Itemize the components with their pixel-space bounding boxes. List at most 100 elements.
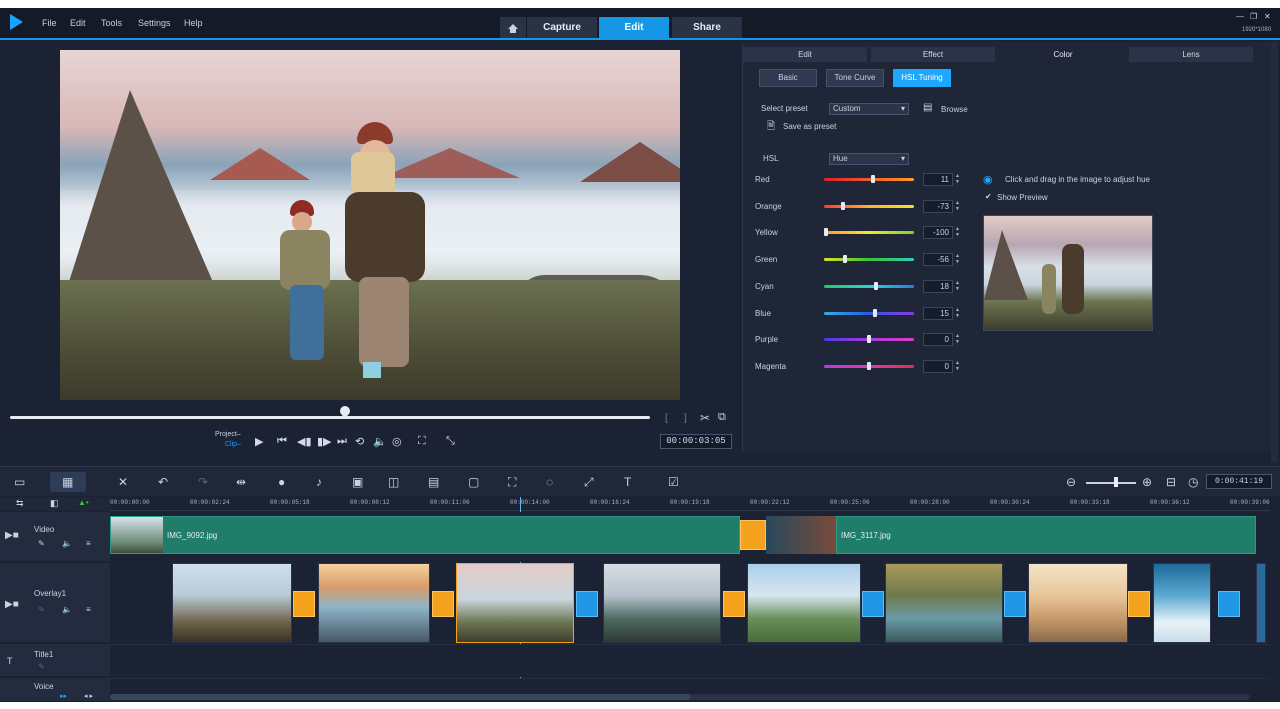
close-icon[interactable]: ✕ — [1264, 12, 1271, 21]
hd-preview-icon[interactable]: ◎ — [392, 435, 402, 448]
repeat-icon[interactable]: ⟲ — [355, 435, 364, 448]
clip-mode-label[interactable]: Clip– — [225, 441, 241, 448]
mute-overlay-icon[interactable]: 🔈 — [62, 605, 72, 614]
project-duration[interactable]: 0:00:41:19 — [1206, 474, 1272, 489]
timeline-horizontal-scrollbar[interactable] — [110, 694, 1250, 700]
next-frame-icon[interactable]: ▮▶ — [317, 435, 332, 448]
browse-folder-icon[interactable]: ▤ — [923, 102, 932, 113]
transition-block[interactable] — [723, 591, 745, 617]
track-menu-icon[interactable]: ≡ — [86, 539, 91, 548]
menu-settings[interactable]: Settings — [138, 18, 171, 28]
aspect-ratio-icon[interactable]: ⛶ — [418, 435, 426, 448]
hsl-slider-thumb[interactable] — [867, 335, 871, 344]
voice-track-controls[interactable]: ◂ ▸ — [84, 692, 93, 700]
hsl-value-spinner[interactable]: ▲ ▼ — [955, 280, 961, 293]
menu-tools[interactable]: Tools — [101, 18, 122, 28]
menu-edit[interactable]: Edit — [70, 18, 86, 28]
overlay-clip-thumbnail[interactable] — [172, 563, 292, 643]
subtab-hsl-tuning[interactable]: HSL Tuning — [893, 69, 951, 87]
eyedropper-icon[interactable]: ◉ — [983, 173, 993, 186]
hsl-slider-thumb[interactable] — [841, 201, 846, 210]
hsl-slider-thumb[interactable] — [824, 228, 828, 237]
before-preview-thumbnail[interactable] — [983, 215, 1153, 331]
chapter-point-icon[interactable]: ◧ — [50, 498, 59, 509]
transition-block[interactable] — [862, 591, 884, 617]
fit-all-icon[interactable]: ⊟ — [1166, 475, 1176, 489]
preset-dropdown[interactable]: Custom — [829, 103, 909, 115]
hsl-value-input[interactable]: 0 — [923, 359, 953, 373]
mark-out-icon[interactable]: ] — [684, 413, 687, 424]
pan-zoom-icon[interactable]: ▢ — [468, 475, 479, 489]
hsl-value-input[interactable]: 0 — [923, 333, 953, 347]
transition-block[interactable] — [293, 591, 315, 617]
motion-tracking-icon[interactable]: ▣ — [352, 475, 363, 489]
menu-help[interactable]: Help — [184, 18, 203, 28]
overlay-clip-thumbnail[interactable] — [885, 563, 1003, 643]
overlay-clip-thumbnail[interactable] — [1153, 563, 1211, 643]
transition-block[interactable] — [576, 591, 598, 617]
home-start-icon[interactable]: ⏮ — [277, 435, 287, 448]
multi-camera-icon[interactable]: ▤ — [428, 475, 439, 489]
mask-creator-icon[interactable]: ⛶ — [508, 475, 516, 490]
hsl-slider-thumb[interactable] — [867, 361, 871, 370]
hsl-value-spinner[interactable]: ▲ ▼ — [955, 360, 961, 373]
subtab-basic[interactable]: Basic — [759, 69, 817, 87]
enlarge-preview-icon[interactable]: ⧉ — [718, 411, 726, 424]
previous-frame-icon[interactable]: ◀▮ — [297, 435, 312, 448]
hsl-slider-track[interactable] — [824, 201, 914, 210]
hsl-value-spinner[interactable]: ▲ ▼ — [955, 253, 961, 266]
transition-block[interactable] — [740, 520, 766, 550]
edit-overlay-icon[interactable]: ✎ — [38, 605, 45, 614]
project-mode-label[interactable]: Project– — [215, 431, 241, 438]
tab-edit[interactable]: Edit — [599, 17, 669, 39]
tools-icon[interactable]: ✕ — [118, 475, 128, 489]
subtitle-editor-icon[interactable]: ◫ — [388, 475, 399, 489]
hsl-slider-track[interactable] — [824, 228, 914, 237]
thumbnail-icon[interactable]: ☑ — [668, 475, 679, 489]
subtab-tone-curve[interactable]: Tone Curve — [826, 69, 884, 87]
overlay-menu-icon[interactable]: ≡ — [86, 605, 91, 614]
voice-track-link[interactable]: ▸▸ — [60, 692, 67, 700]
hsl-value-input[interactable]: -73 — [923, 199, 953, 213]
overlay-clip-thumbnail[interactable] — [603, 563, 721, 643]
hsl-value-spinner[interactable]: ▲ ▼ — [955, 173, 961, 186]
hsl-value-spinner[interactable]: ▲ ▼ — [955, 333, 961, 346]
title-tool-icon[interactable]: T — [624, 475, 631, 489]
transition-block[interactable] — [1004, 591, 1026, 617]
transition-block[interactable] — [432, 591, 454, 617]
fit-timeline-icon[interactable]: ⇹ — [236, 475, 246, 489]
preview-scrub-bar[interactable] — [10, 416, 650, 419]
menu-file[interactable]: File — [42, 18, 57, 28]
zoom-in-icon[interactable]: ⊕ — [1142, 475, 1152, 489]
hsl-value-input[interactable]: 15 — [923, 306, 953, 320]
preview-window[interactable] — [60, 50, 680, 400]
title1-track[interactable] — [110, 644, 1270, 677]
save-preset-icon[interactable]: 🗎 — [767, 119, 775, 136]
timecode-display[interactable]: 00:00:03:05 — [660, 434, 732, 449]
overlay-clip-thumbnail[interactable] — [1028, 563, 1128, 643]
show-preview-checkbox[interactable]: ✔ — [985, 192, 992, 201]
split-clip-icon[interactable]: ✂ — [700, 411, 710, 425]
hsl-value-input[interactable]: 18 — [923, 279, 953, 293]
mute-track-icon[interactable]: 🔈 — [62, 539, 72, 548]
hsl-value-input[interactable]: 11 — [923, 173, 953, 186]
minimize-icon[interactable]: — — [1236, 12, 1244, 21]
time-remap-icon[interactable]: ◌ — [546, 475, 553, 489]
zoom-slider-thumb[interactable] — [1114, 477, 1118, 487]
hsl-value-spinner[interactable]: ▲ ▼ — [955, 307, 961, 320]
end-icon[interactable]: ⏭ — [337, 435, 347, 448]
overlay-clip-thumbnail[interactable] — [747, 563, 861, 643]
hsl-slider-thumb[interactable] — [871, 175, 876, 183]
hsl-value-spinner[interactable]: ▲ ▼ — [955, 226, 961, 239]
browse-link[interactable]: Browse — [941, 105, 968, 114]
video-clip[interactable]: IMG_3117.jpg — [836, 516, 1256, 554]
hsl-slider-track[interactable] — [824, 281, 914, 290]
play-icon[interactable]: ▶ — [255, 435, 263, 448]
transition-block[interactable] — [1218, 591, 1240, 617]
edit-title-track-icon[interactable]: ✎ — [38, 662, 45, 671]
hsl-slider-track[interactable] — [824, 175, 914, 183]
overlay-clip-thumbnail-selected[interactable] — [456, 563, 574, 643]
hsl-value-input[interactable]: -100 — [923, 226, 953, 240]
hsl-slider-track[interactable] — [824, 255, 914, 264]
clock-icon[interactable]: ◷ — [1188, 475, 1198, 489]
